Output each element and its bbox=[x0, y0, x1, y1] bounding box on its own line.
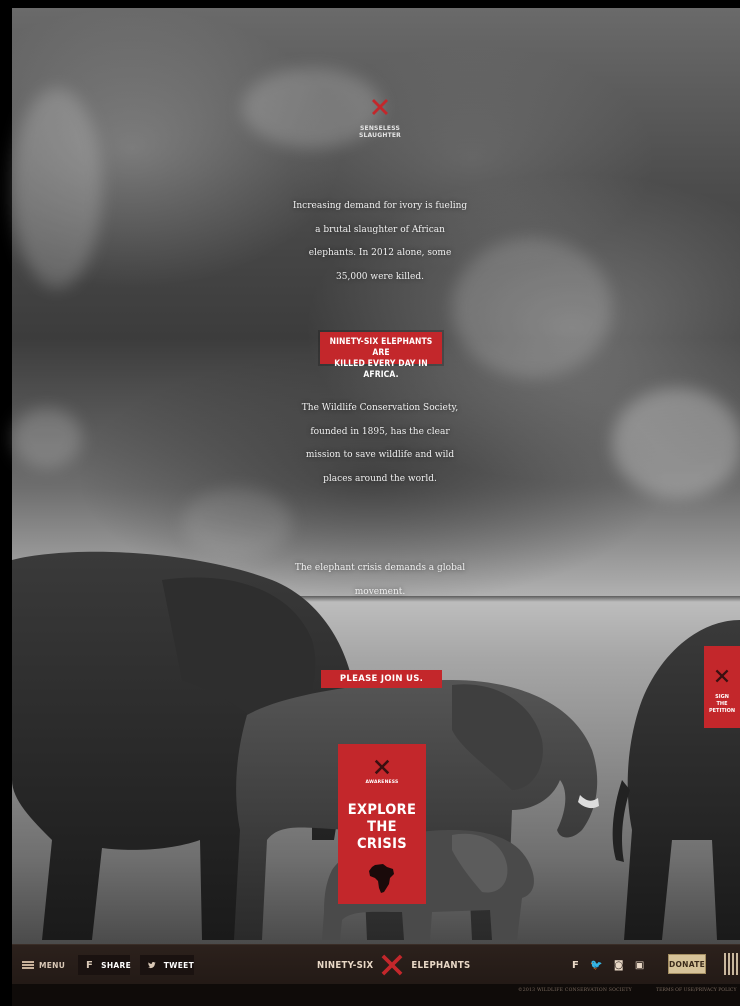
tweet-button[interactable]: TWEET bbox=[140, 955, 194, 975]
x-cross-icon bbox=[372, 99, 388, 115]
youtube-icon[interactable]: ▣ bbox=[635, 960, 645, 971]
sign-petition-tab[interactable]: SIGN THE PETITION bbox=[704, 646, 740, 728]
terms-link[interactable]: TERMS OF USE/PRIVACY POLICY bbox=[656, 988, 737, 993]
card-kicker: AWARENESS bbox=[365, 780, 399, 785]
footer: ©2013 WILDLIFE CONSERVATION SOCIETY TERM… bbox=[12, 984, 740, 1006]
logo-caption: SENSELESS SLAUGHTER bbox=[358, 125, 402, 139]
x-cross-icon bbox=[715, 669, 729, 683]
join-us-button[interactable]: PLEASE JOIN US. bbox=[321, 670, 442, 688]
facebook-icon[interactable]: f bbox=[572, 960, 579, 971]
x-cross-icon bbox=[382, 954, 403, 976]
page-frame: SENSELESS SLAUGHTER Increasing demand fo… bbox=[0, 0, 740, 1006]
social-links: f 🐦 ◙ ▣ bbox=[572, 945, 656, 985]
movement-paragraph: The elephant crisis demands a global mov… bbox=[294, 563, 466, 597]
intro-paragraph: Increasing demand for ivory is fueling a… bbox=[292, 201, 468, 282]
twitter-icon bbox=[148, 961, 156, 968]
instagram-icon[interactable]: ◙ bbox=[614, 960, 624, 971]
brand-logo[interactable]: NINETY-SIX ELEPHANTS bbox=[317, 945, 470, 985]
card-title: EXPLORE THE CRISIS bbox=[347, 802, 417, 852]
bottom-bar: MENU f SHARE TWEET NINETY-SIX ELEPHANTS … bbox=[12, 944, 740, 984]
petition-label: SIGN THE PETITION bbox=[708, 694, 736, 714]
menu-button[interactable]: MENU bbox=[22, 945, 65, 985]
facebook-icon: f bbox=[86, 959, 94, 971]
hamburger-icon bbox=[22, 961, 34, 969]
wcs-logo-icon[interactable] bbox=[724, 953, 740, 975]
twitter-icon[interactable]: 🐦 bbox=[590, 960, 603, 971]
share-button[interactable]: f SHARE bbox=[78, 955, 131, 975]
donate-button[interactable]: DONATE bbox=[668, 954, 706, 974]
africa-map-icon bbox=[369, 864, 394, 893]
wcs-paragraph: The Wildlife Conservation Society, found… bbox=[301, 403, 459, 484]
x-cross-icon bbox=[374, 759, 390, 775]
stat-banner: NINETY-SIX ELEPHANTS ARE KILLED EVERY DA… bbox=[320, 332, 442, 380]
explore-crisis-card[interactable]: AWARENESS EXPLORE THE CRISIS bbox=[338, 744, 426, 904]
copyright-text: ©2013 WILDLIFE CONSERVATION SOCIETY bbox=[518, 988, 632, 993]
